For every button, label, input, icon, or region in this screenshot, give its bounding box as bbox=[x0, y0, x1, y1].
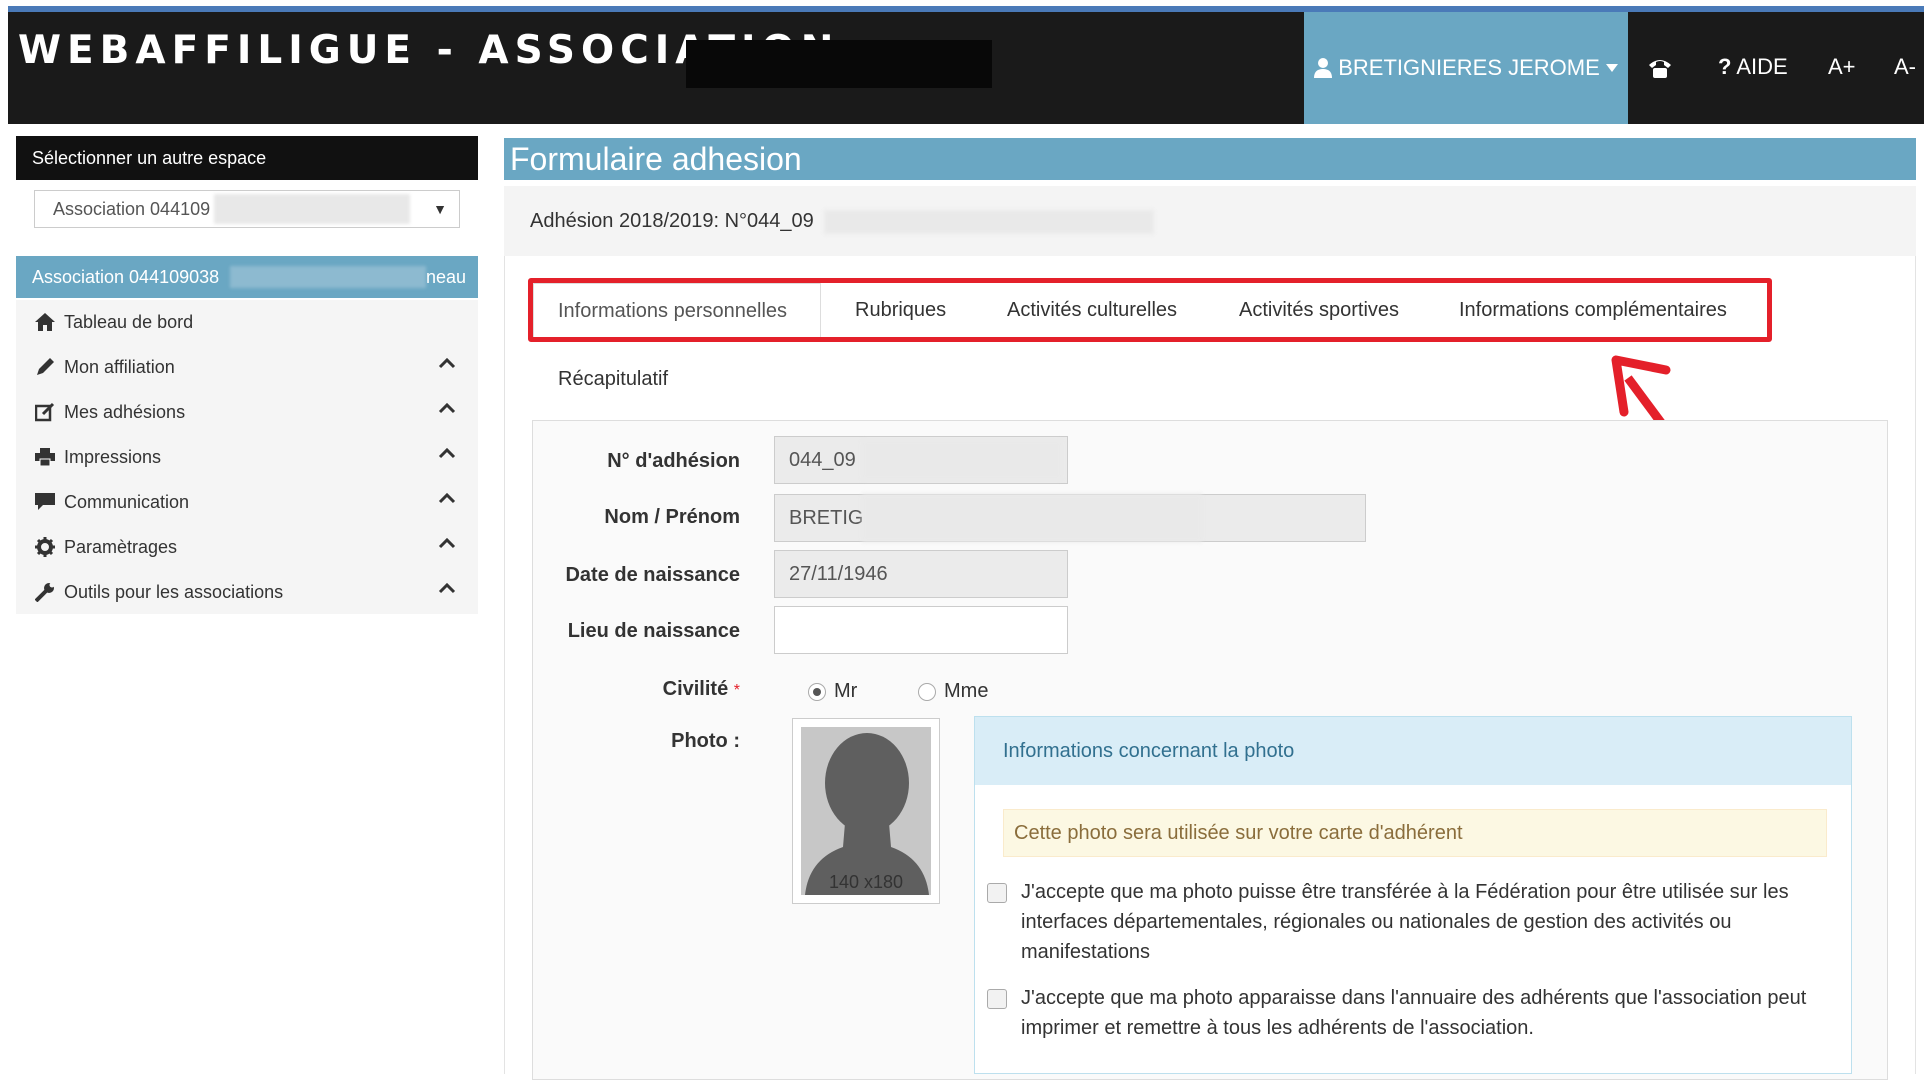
chevron-up-icon bbox=[438, 582, 456, 594]
redacted-name bbox=[862, 494, 1202, 542]
sidebar-item-tools[interactable]: Outils pour les associations bbox=[16, 570, 478, 614]
caret-down-icon: ▼ bbox=[433, 201, 447, 217]
user-icon bbox=[1314, 58, 1333, 78]
sidebar-item-dashboard[interactable]: Tableau de bord bbox=[16, 300, 478, 344]
photo-placeholder: 140 x180 bbox=[801, 727, 931, 895]
consent-federation-checkbox[interactable] bbox=[987, 883, 1007, 903]
sidebar-item-label: Paramètrages bbox=[64, 536, 178, 557]
adhesion-number-label: N° d'adhésion bbox=[607, 450, 740, 472]
print-icon bbox=[32, 448, 58, 466]
font-decrease-button[interactable]: A- bbox=[1894, 54, 1916, 80]
consent-directory-text: J'accepte que ma photo apparaisse dans l… bbox=[1021, 987, 1807, 1039]
help-link[interactable]: ? AIDE bbox=[1718, 54, 1788, 80]
required-marker: * bbox=[733, 682, 740, 699]
select-space-title: Sélectionner un autre espace bbox=[16, 136, 478, 180]
consent-directory-row: J'accepte que ma photo apparaisse dans l… bbox=[987, 983, 1827, 1043]
tab-sport-activities[interactable]: Activités sportives bbox=[1239, 283, 1399, 337]
user-menu-button[interactable]: BRETIGNIERES JEROME bbox=[1304, 12, 1628, 124]
sidebar-item-adhesions[interactable]: Mes adhésions bbox=[16, 390, 478, 434]
font-increase-button[interactable]: A+ bbox=[1828, 54, 1856, 80]
chevron-up-icon bbox=[438, 402, 456, 414]
user-name: BRETIGNIERES JEROME bbox=[1338, 55, 1600, 80]
sidebar-item-label: Impressions bbox=[64, 446, 162, 467]
pencil-icon bbox=[32, 357, 58, 377]
edit-icon bbox=[32, 402, 58, 422]
photo-info-title: Informations concernant la photo bbox=[975, 717, 1851, 785]
civility-mme-radio[interactable]: Mme bbox=[918, 680, 988, 703]
comment-icon bbox=[32, 493, 58, 511]
photo-warning: Cette photo sera utilisée sur votre cart… bbox=[1003, 809, 1827, 857]
consent-directory-checkbox[interactable] bbox=[987, 989, 1007, 1009]
phone-button[interactable] bbox=[1648, 54, 1672, 80]
sidebar-item-affiliation[interactable]: Mon affiliation bbox=[16, 345, 478, 389]
photo-size-label: 140 x180 bbox=[828, 872, 904, 892]
redacted-brand-area bbox=[686, 40, 992, 88]
radio-unselected-icon bbox=[918, 682, 936, 701]
home-icon bbox=[32, 313, 58, 331]
sidebar-item-settings[interactable]: Paramètrages bbox=[16, 525, 478, 569]
current-association-suffix: neau bbox=[426, 267, 467, 287]
civility-mr-radio[interactable]: Mr bbox=[808, 680, 857, 703]
help-icon: ? bbox=[1718, 54, 1732, 79]
birthdate-label: Date de naissance bbox=[565, 564, 740, 586]
birthplace-input[interactable] bbox=[774, 606, 1068, 654]
current-association[interactable]: Association 044109038 neau bbox=[16, 256, 478, 298]
name-label: Nom / Prénom bbox=[604, 506, 740, 528]
adhesion-subtitle-text: Adhésion 2018/2019: N°044_09 bbox=[530, 210, 814, 232]
person-silhouette-icon bbox=[805, 733, 929, 895]
photo-label: Photo : bbox=[671, 730, 740, 752]
current-association-label: Association 044109038 bbox=[32, 267, 220, 287]
adhesion-subtitle: Adhésion 2018/2019: N°044_09 bbox=[504, 186, 1916, 256]
consent-federation-text: J'accepte que ma photo puisse être trans… bbox=[1021, 881, 1789, 963]
chevron-up-icon bbox=[438, 492, 456, 504]
tab-personal-info[interactable]: Informations personnelles bbox=[533, 283, 821, 337]
redacted-adhesion-name bbox=[824, 210, 1154, 234]
photo-info-panel: Informations concernant la photo Cette p… bbox=[974, 716, 1852, 1074]
sidebar-item-communication[interactable]: Communication bbox=[16, 480, 478, 524]
radio-selected-icon bbox=[808, 682, 826, 701]
birthplace-label: Lieu de naissance bbox=[567, 620, 740, 642]
space-select-value: Association 044109 bbox=[53, 199, 211, 219]
tab-additional-info[interactable]: Informations complémentaires bbox=[1459, 283, 1727, 337]
redacted-select-text bbox=[214, 194, 410, 224]
chevron-up-icon bbox=[438, 537, 456, 549]
sidebar-nav: Tableau de bord Mon affiliation Mes adhé… bbox=[16, 300, 478, 614]
form-tabs: Informations personnelles Rubriques Acti… bbox=[528, 278, 1772, 342]
help-label: AIDE bbox=[1736, 54, 1788, 79]
chevron-up-icon bbox=[438, 357, 456, 369]
sidebar-item-label: Tableau de bord bbox=[64, 311, 194, 332]
wrench-icon bbox=[32, 582, 58, 602]
sidebar-item-label: Outils pour les associations bbox=[64, 581, 284, 602]
civility-mr-label: Mr bbox=[834, 680, 858, 702]
tab-rubriques[interactable]: Rubriques bbox=[855, 283, 946, 337]
chevron-up-icon bbox=[438, 447, 456, 459]
redacted-association-name bbox=[230, 266, 426, 288]
consent-federation-row: J'accepte que ma photo puisse être trans… bbox=[987, 877, 1827, 967]
sidebar-item-label: Communication bbox=[64, 491, 190, 512]
sidebar-item-impressions[interactable]: Impressions bbox=[16, 435, 478, 479]
tab-summary[interactable]: Récapitulatif bbox=[558, 368, 668, 391]
sidebar-item-label: Mes adhésions bbox=[64, 401, 186, 422]
caret-down-icon bbox=[1605, 64, 1618, 72]
tab-cultural-activities[interactable]: Activités culturelles bbox=[1007, 283, 1177, 337]
sidebar-item-label: Mon affiliation bbox=[64, 356, 175, 377]
page-title: Formulaire adhesion bbox=[504, 138, 1916, 180]
redacted-adhesion-number bbox=[862, 440, 1062, 480]
civility-mme-label: Mme bbox=[944, 680, 989, 702]
gear-icon bbox=[32, 537, 58, 557]
birthdate-field: 27/11/1946 bbox=[774, 550, 1068, 598]
photo-upload[interactable]: 140 x180 bbox=[792, 718, 940, 904]
civility-label: Civilité * bbox=[540, 678, 740, 701]
civility-label-text: Civilité bbox=[662, 678, 729, 700]
phone-icon bbox=[1649, 60, 1671, 79]
